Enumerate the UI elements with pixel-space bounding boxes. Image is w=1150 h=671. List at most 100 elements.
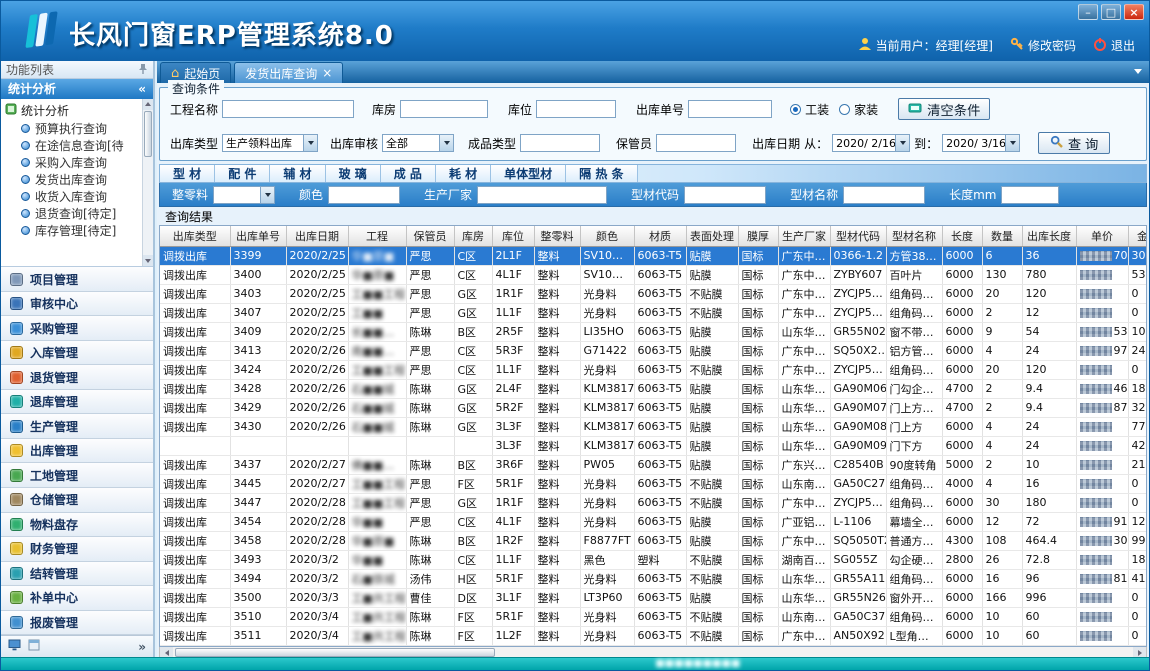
cell[interactable]: 535 bbox=[1128, 265, 1147, 284]
cell[interactable]: 2020/3/2 bbox=[286, 569, 348, 588]
cell[interactable]: 调拨出库 bbox=[160, 626, 230, 645]
cell[interactable]: 整料 bbox=[534, 398, 580, 417]
cell[interactable]: 120 bbox=[1022, 284, 1076, 303]
column-header[interactable]: 出库单号 bbox=[230, 226, 286, 246]
cell[interactable]: D区 bbox=[454, 588, 492, 607]
cell[interactable]: 工■共工程 bbox=[348, 607, 406, 626]
table-row[interactable]: 调拨出库34032020/2/25工■■工程严思G区1R1F整料光身料6063-… bbox=[160, 284, 1147, 303]
cell[interactable]: 6063-T5 bbox=[634, 455, 686, 474]
cell[interactable]: 不贴膜 bbox=[686, 360, 738, 379]
cell[interactable]: 166 bbox=[982, 588, 1022, 607]
cell[interactable]: 窗不带… bbox=[886, 322, 942, 341]
column-header[interactable]: 库房 bbox=[454, 226, 492, 246]
table-row[interactable]: 调拨出库34282020/2/26石■■城陈琳G区2L4F整料KLM381760… bbox=[160, 379, 1147, 398]
table-row[interactable]: 调拨出库34002020/2/25华■原■严思C区4L1F整料SV10…6063… bbox=[160, 265, 1147, 284]
cell[interactable]: 2020/2/25 bbox=[286, 265, 348, 284]
profile-name-input[interactable] bbox=[843, 186, 925, 204]
cell[interactable]: 36 bbox=[1022, 246, 1076, 265]
table-row[interactable]: 调拨出库34242020/2/26工■■工程严思C区1L1F整料光身料6063-… bbox=[160, 360, 1147, 379]
cell[interactable] bbox=[1076, 265, 1128, 284]
sidebar-item-入库管理[interactable]: 入库管理 bbox=[1, 341, 153, 366]
cell[interactable]: 4 bbox=[982, 474, 1022, 493]
cell[interactable]: 勾企硬… bbox=[886, 550, 942, 569]
cell[interactable]: 0 bbox=[1128, 303, 1147, 322]
cell[interactable]: G区 bbox=[454, 398, 492, 417]
cell[interactable]: 2020/3/3 bbox=[286, 588, 348, 607]
cell[interactable]: 调拨出库 bbox=[160, 303, 230, 322]
cell[interactable]: 不贴膜 bbox=[686, 474, 738, 493]
cell[interactable]: 2L4F bbox=[492, 379, 534, 398]
cell[interactable]: 3409 bbox=[230, 322, 286, 341]
cell[interactable]: 3428 bbox=[230, 379, 286, 398]
cell[interactable]: 16 bbox=[1022, 474, 1076, 493]
cell[interactable] bbox=[1076, 436, 1128, 455]
cell[interactable]: 国标 bbox=[738, 512, 778, 531]
cell[interactable]: 9.4 bbox=[1022, 379, 1076, 398]
cell[interactable]: 5R2F bbox=[492, 398, 534, 417]
cell[interactable]: 6063-T5 bbox=[634, 265, 686, 284]
radio-work-label[interactable]: 工装 bbox=[805, 101, 829, 118]
cell[interactable]: LT3P60 bbox=[580, 588, 634, 607]
cell[interactable]: 调拨出库 bbox=[160, 398, 230, 417]
cell[interactable]: 贴膜 bbox=[686, 417, 738, 436]
cell[interactable]: 130 bbox=[982, 265, 1022, 284]
cell[interactable]: 3399 bbox=[230, 246, 286, 265]
cell[interactable]: 严思 bbox=[406, 284, 454, 303]
cell[interactable]: 24 bbox=[1022, 436, 1076, 455]
cell[interactable]: 整料 bbox=[534, 607, 580, 626]
cell[interactable]: 幕墙全… bbox=[886, 512, 942, 531]
cell[interactable]: 国标 bbox=[738, 265, 778, 284]
search-button[interactable]: 查 询 bbox=[1038, 132, 1110, 154]
cell[interactable]: 组角码… bbox=[886, 607, 942, 626]
cell[interactable]: 整料 bbox=[534, 531, 580, 550]
tree-item[interactable]: 预算执行查询 bbox=[21, 120, 141, 137]
change-password-link[interactable]: 修改密码 bbox=[1010, 37, 1076, 54]
cell[interactable]: 2020/2/25 bbox=[286, 246, 348, 265]
cell[interactable]: 整料 bbox=[534, 493, 580, 512]
table-row[interactable]: 调拨出库34942020/3/2石■铁城汤伟H区5R1F整料光身料6063-T5… bbox=[160, 569, 1147, 588]
cell[interactable]: 2020/2/27 bbox=[286, 474, 348, 493]
manufacturer-input[interactable] bbox=[477, 186, 607, 204]
cell[interactable]: C28540B bbox=[830, 455, 886, 474]
cell[interactable] bbox=[1076, 303, 1128, 322]
cell[interactable]: 4300 bbox=[942, 531, 982, 550]
cell[interactable]: G区 bbox=[454, 493, 492, 512]
cell[interactable]: 石■■城 bbox=[348, 398, 406, 417]
cell[interactable]: 调拨出库 bbox=[160, 341, 230, 360]
cell[interactable]: 1L1F bbox=[492, 360, 534, 379]
table-row[interactable]: 调拨出库34292020/2/26石■■城陈琳G区5R2F整料KLM381760… bbox=[160, 398, 1147, 417]
project-name-input[interactable] bbox=[222, 100, 354, 118]
cell[interactable]: 光身料 bbox=[580, 607, 634, 626]
cell[interactable] bbox=[1076, 474, 1128, 493]
cell[interactable]: 5R1F bbox=[492, 569, 534, 588]
cell[interactable]: 调拨出库 bbox=[160, 417, 230, 436]
cell[interactable]: 山东华… bbox=[778, 322, 830, 341]
column-header[interactable]: 保管员 bbox=[406, 226, 454, 246]
cell[interactable]: 国标 bbox=[738, 455, 778, 474]
cell[interactable]: 组角码… bbox=[886, 284, 942, 303]
column-header[interactable]: 长度 bbox=[942, 226, 982, 246]
sidebar-item-工地管理[interactable]: 工地管理 bbox=[1, 463, 153, 488]
cell[interactable] bbox=[348, 436, 406, 455]
column-header[interactable]: 库位 bbox=[492, 226, 534, 246]
cell[interactable]: 贴膜 bbox=[686, 246, 738, 265]
cell[interactable]: 华■原■ bbox=[348, 265, 406, 284]
cell[interactable]: 国标 bbox=[738, 322, 778, 341]
cell[interactable]: 门下方 bbox=[886, 436, 942, 455]
cell[interactable]: 门上方… bbox=[886, 398, 942, 417]
cell[interactable]: 6063-T5 bbox=[634, 360, 686, 379]
cell[interactable]: 广亚铝… bbox=[778, 512, 830, 531]
cell[interactable]: 门勾企… bbox=[886, 379, 942, 398]
cell[interactable]: 5R1F bbox=[492, 607, 534, 626]
logout-button[interactable]: 退出 bbox=[1093, 37, 1135, 54]
cell[interactable]: 光身料 bbox=[580, 493, 634, 512]
column-header[interactable]: 生产厂家 bbox=[778, 226, 830, 246]
cell[interactable]: 工■共工程 bbox=[348, 626, 406, 645]
cell[interactable]: 2020/3/4 bbox=[286, 626, 348, 645]
cell[interactable]: 10 bbox=[1022, 455, 1076, 474]
cell[interactable]: 775 bbox=[1128, 417, 1147, 436]
cell[interactable]: C区 bbox=[454, 512, 492, 531]
cell[interactable]: 0 bbox=[1128, 474, 1147, 493]
sidebar-item-项目管理[interactable]: 项目管理 bbox=[1, 267, 153, 292]
cell[interactable]: 山东华… bbox=[778, 569, 830, 588]
